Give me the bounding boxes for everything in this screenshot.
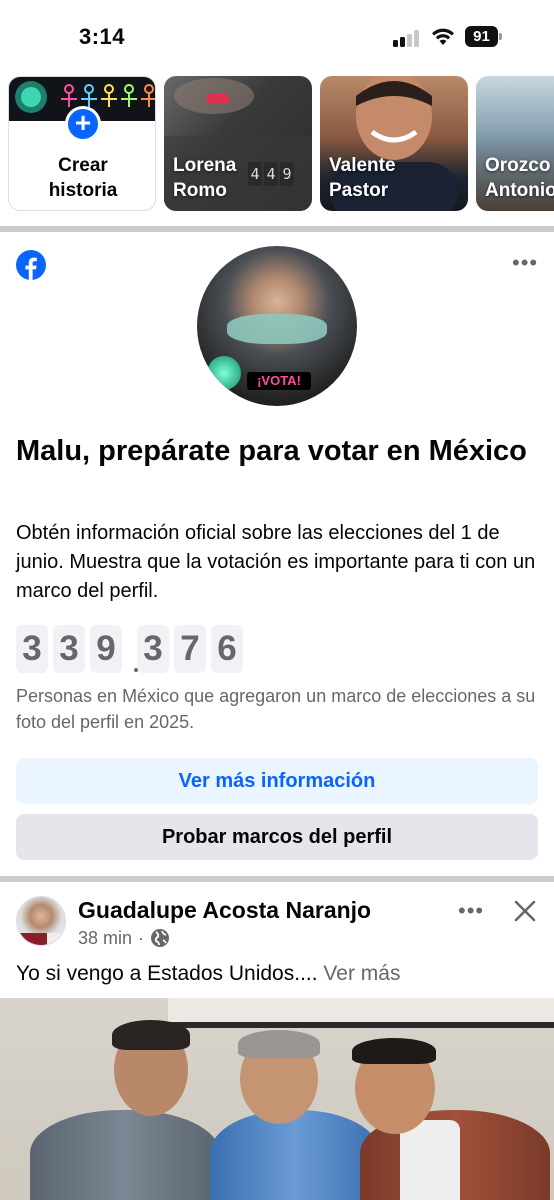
counter-digit: 7 bbox=[174, 625, 206, 673]
try-profile-frames-button[interactable]: Probar marcos del perfil bbox=[16, 814, 538, 860]
card-description: Obtén información oficial sobre las elec… bbox=[16, 522, 536, 602]
card-title: Malu, prepárate para votar en México bbox=[16, 435, 527, 467]
cellular-signal-icon bbox=[393, 29, 423, 47]
add-story-plus-icon[interactable]: + bbox=[65, 106, 101, 142]
story-counter: 4 4 9 bbox=[248, 162, 294, 186]
vota-frame-badge: ¡VOTA! bbox=[247, 372, 311, 390]
counter-digit: 3 bbox=[16, 625, 48, 673]
counter-digit: 9 bbox=[90, 625, 122, 673]
counter-digit: 3 bbox=[137, 625, 169, 673]
create-story-label: Crear historia bbox=[48, 155, 118, 201]
story-card-orozco-antonio[interactable]: Orozco Antonio bbox=[476, 76, 554, 211]
election-prompt-card: ••• ¡VOTA! Malu, prepárate para votar en… bbox=[0, 232, 554, 876]
profile-frame-preview: ¡VOTA! bbox=[197, 246, 357, 406]
stories-row: + Crear historia 4 4 9 Lorena Romo Valen… bbox=[0, 72, 554, 222]
story-card-valente-pastor[interactable]: Valente Pastor bbox=[320, 76, 468, 211]
wifi-icon bbox=[432, 28, 454, 45]
see-more-link[interactable]: Ver más bbox=[323, 962, 400, 985]
story-card-lorena-romo[interactable]: 4 4 9 Lorena Romo bbox=[164, 76, 312, 211]
feed-post: Guadalupe Acosta Naranjo 38 min · ••• Yo… bbox=[0, 882, 554, 1200]
more-icon[interactable]: ••• bbox=[458, 900, 484, 922]
create-story-card[interactable]: + Crear historia bbox=[8, 76, 156, 211]
post-body: Yo si vengo a Estados Unidos.... bbox=[16, 962, 318, 985]
counter-digit: 3 bbox=[53, 625, 85, 673]
battery-icon: 91 bbox=[465, 26, 502, 47]
close-icon[interactable] bbox=[513, 899, 537, 923]
thousands-separator-dot bbox=[134, 668, 138, 672]
counter-caption: Personas en México que agregaron un marc… bbox=[16, 686, 536, 732]
story-author-name: Valente Pastor bbox=[329, 155, 396, 201]
post-text: Yo si vengo a Estados Unidos.... Ver más bbox=[16, 960, 400, 988]
frame-counter: 3 3 9 3 7 6 bbox=[16, 625, 243, 673]
post-author-name[interactable]: Guadalupe Acosta Naranjo bbox=[78, 896, 371, 924]
globe-icon bbox=[151, 929, 170, 947]
post-timestamp[interactable]: 38 min bbox=[78, 927, 132, 949]
status-bar: 3:14 91 bbox=[0, 0, 554, 72]
status-time: 3:14 bbox=[79, 24, 126, 49]
facebook-logo-icon bbox=[16, 250, 46, 280]
more-options-icon[interactable]: ••• bbox=[512, 252, 538, 274]
post-meta: 38 min · bbox=[78, 927, 170, 949]
counter-digit: 6 bbox=[211, 625, 243, 673]
story-author-name: Orozco Antonio bbox=[485, 155, 554, 201]
post-photo[interactable] bbox=[0, 998, 554, 1200]
meta-separator: · bbox=[138, 928, 145, 948]
more-info-button[interactable]: Ver más información bbox=[16, 758, 538, 804]
avatar[interactable] bbox=[16, 896, 66, 946]
story-author-name: Lorena Romo bbox=[173, 155, 237, 201]
battery-level: 91 bbox=[465, 26, 498, 47]
